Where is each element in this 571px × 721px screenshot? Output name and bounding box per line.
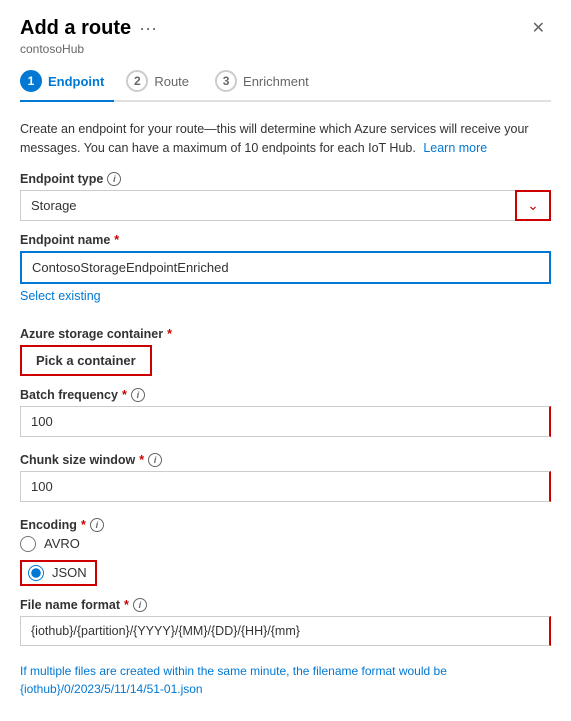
endpoint-name-label: Endpoint name *: [20, 233, 551, 247]
step-1-circle: 1: [20, 70, 42, 92]
encoding-json-label: JSON: [52, 565, 87, 580]
encoding-info-icon[interactable]: i: [90, 518, 104, 532]
panel-header: Add a route ··· ✕: [20, 16, 551, 40]
batch-frequency-label: Batch frequency * i: [20, 388, 551, 402]
file-format-input[interactable]: [20, 616, 551, 646]
azure-storage-group: Azure storage container * Pick a contain…: [20, 327, 551, 376]
encoding-avro-option[interactable]: AVRO: [20, 536, 551, 552]
step-3-label: Enrichment: [243, 74, 309, 89]
endpoint-type-info-icon[interactable]: i: [107, 172, 121, 186]
file-format-label: File name format * i: [20, 598, 551, 612]
encoding-required: *: [81, 518, 86, 532]
step-3-circle: 3: [215, 70, 237, 92]
encoding-label: Encoding * i: [20, 518, 551, 532]
encoding-avro-label: AVRO: [44, 536, 80, 551]
subtitle: contosoHub: [20, 42, 551, 56]
step-endpoint[interactable]: 1 Endpoint: [20, 70, 114, 92]
steps-row: 1 Endpoint 2 Route 3 Enrichment: [20, 70, 551, 102]
step-1-underline: [20, 100, 114, 102]
batch-frequency-input[interactable]: [20, 406, 551, 437]
step-route[interactable]: 2 Route: [126, 70, 199, 92]
chunk-size-group: Chunk size window * i: [20, 453, 551, 506]
endpoint-name-input[interactable]: [20, 251, 551, 284]
batch-frequency-info-icon[interactable]: i: [131, 388, 145, 402]
endpoint-type-dropdown-arrow[interactable]: ⌄: [515, 190, 551, 221]
more-icon[interactable]: ···: [139, 18, 157, 39]
title-row: Add a route ···: [20, 17, 157, 40]
batch-frequency-group: Batch frequency * i: [20, 388, 551, 441]
azure-storage-label: Azure storage container *: [20, 327, 551, 341]
step-2-circle: 2: [126, 70, 148, 92]
select-existing-link[interactable]: Select existing: [20, 289, 101, 303]
hint-example: {iothub}/0/2023/5/11/14/51-01.json: [20, 682, 203, 696]
hint-text: If multiple files are created within the…: [20, 662, 551, 698]
add-route-panel: Add a route ··· ✕ contosoHub 1 Endpoint …: [0, 0, 571, 721]
encoding-json-option[interactable]: JSON: [20, 560, 97, 586]
endpoint-type-select-wrapper: Storage ⌄: [20, 190, 551, 221]
endpoint-type-label: Endpoint type i: [20, 172, 551, 186]
panel-title: Add a route: [20, 17, 131, 40]
file-format-group: File name format * i: [20, 598, 551, 650]
file-format-required: *: [124, 598, 129, 612]
azure-storage-required: *: [167, 327, 172, 341]
encoding-json-radio[interactable]: [28, 565, 44, 581]
endpoint-name-required: *: [114, 233, 119, 247]
batch-frequency-wrapper: [20, 406, 551, 441]
endpoint-name-group: Endpoint name * Select existing: [20, 233, 551, 315]
file-format-info-icon[interactable]: i: [133, 598, 147, 612]
step-1-label: Endpoint: [48, 74, 104, 89]
chunk-size-required: *: [139, 453, 144, 467]
description-box: Create an endpoint for your route—this w…: [20, 120, 551, 158]
pick-container-button[interactable]: Pick a container: [20, 345, 152, 376]
step-enrichment[interactable]: 3 Enrichment: [215, 70, 319, 92]
close-button[interactable]: ✕: [526, 16, 551, 40]
learn-more-link[interactable]: Learn more: [423, 141, 487, 155]
chunk-size-info-icon[interactable]: i: [148, 453, 162, 467]
endpoint-type-group: Endpoint type i Storage ⌄: [20, 172, 551, 221]
chunk-size-input[interactable]: [20, 471, 551, 502]
encoding-radio-group: AVRO JSON: [20, 536, 551, 586]
step-2-label: Route: [154, 74, 189, 89]
encoding-avro-radio[interactable]: [20, 536, 36, 552]
chunk-size-label: Chunk size window * i: [20, 453, 551, 467]
encoding-group: Encoding * i AVRO JSON: [20, 518, 551, 586]
endpoint-type-select[interactable]: Storage: [20, 190, 551, 221]
batch-frequency-required: *: [122, 388, 127, 402]
